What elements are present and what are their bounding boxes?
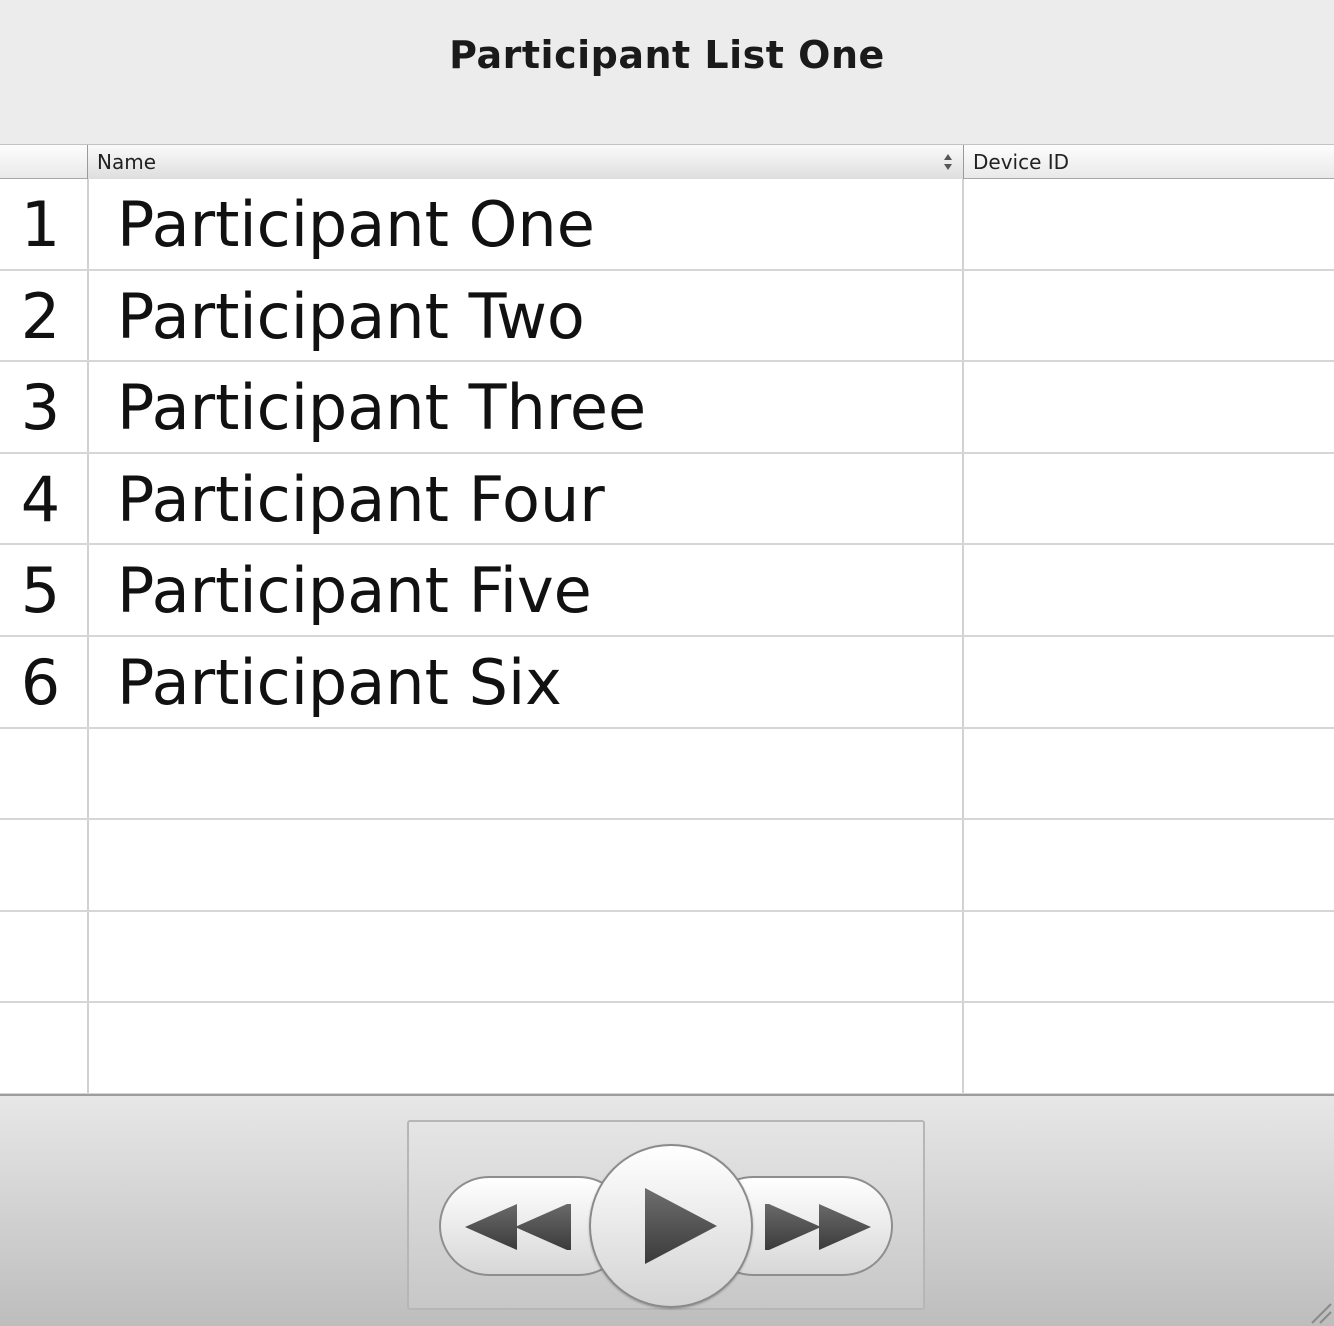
device-id-cell[interactable] <box>964 637 1334 727</box>
table-row[interactable] <box>0 1003 1334 1095</box>
table-row[interactable]: 1 Participant One <box>0 179 1334 271</box>
row-number-cell: 5 <box>0 545 87 635</box>
device-id-cell[interactable] <box>964 362 1334 452</box>
participant-name-cell[interactable]: Participant Four <box>87 453 964 544</box>
column-header-device-id[interactable]: Device ID <box>964 145 1334 179</box>
participant-list-window: Participant List One Name Device ID 1 Par… <box>0 0 1334 1326</box>
table-row[interactable] <box>0 728 1334 821</box>
row-number: 3 <box>20 371 61 445</box>
participant-name-cell[interactable]: Participant One <box>87 179 964 269</box>
resize-grip-icon[interactable] <box>1306 1298 1332 1324</box>
row-number: 6 <box>20 645 61 719</box>
column-header-number[interactable] <box>0 145 87 179</box>
rewind-icon <box>465 1204 571 1250</box>
participant-name-cell[interactable]: Participant Five <box>87 545 964 635</box>
table-row[interactable]: 6 Participant Six <box>0 636 1334 729</box>
participant-name: Participant Five <box>117 554 592 628</box>
participant-name: Participant Four <box>117 462 605 536</box>
row-number-cell: 4 <box>0 454 87 544</box>
play-button[interactable] <box>589 1144 753 1308</box>
table-body: 1 Participant One 2 Participant Two 3 Partici… <box>0 179 1334 1095</box>
row-number-cell <box>0 1003 87 1093</box>
row-number-cell <box>0 820 87 910</box>
participant-name: Participant Three <box>117 371 647 445</box>
row-number: 5 <box>20 554 61 628</box>
participant-name-cell[interactable] <box>87 820 964 910</box>
play-icon <box>645 1188 717 1264</box>
device-id-cell[interactable] <box>964 179 1334 269</box>
participant-name-cell[interactable] <box>87 728 964 819</box>
row-number: 4 <box>20 462 61 536</box>
participant-table: Name Device ID 1 Participant One 2 Particip… <box>0 144 1334 1095</box>
title-bar: Participant List One <box>0 0 1334 144</box>
bottom-toolbar <box>0 1094 1334 1326</box>
row-number-cell <box>0 912 87 1002</box>
row-number-cell <box>0 729 87 819</box>
sort-indicator-icon <box>944 154 952 170</box>
participant-name-cell[interactable]: Participant Two <box>87 270 964 361</box>
participant-name-cell[interactable]: Participant Six <box>87 636 964 727</box>
table-row[interactable]: 5 Participant Five <box>0 545 1334 637</box>
row-number-cell: 6 <box>0 637 87 727</box>
column-header-device-id-label: Device ID <box>973 150 1070 174</box>
device-id-cell[interactable] <box>964 271 1334 361</box>
device-id-cell[interactable] <box>964 454 1334 544</box>
participant-name-cell[interactable]: Participant Three <box>87 362 964 452</box>
participant-name-cell[interactable] <box>87 911 964 1002</box>
window-title: Participant List One <box>449 33 885 77</box>
transport-controls <box>407 1120 925 1310</box>
table-row[interactable]: 2 Participant Two <box>0 270 1334 363</box>
device-id-cell[interactable] <box>964 729 1334 819</box>
column-header-name-label: Name <box>97 150 157 174</box>
participant-name-cell[interactable] <box>87 1003 964 1093</box>
fast-forward-icon <box>765 1204 871 1250</box>
device-id-cell[interactable] <box>964 545 1334 635</box>
table-header: Name Device ID <box>0 144 1334 179</box>
participant-name: Participant One <box>117 188 595 261</box>
participant-name: Participant Six <box>117 645 562 719</box>
participant-name: Participant Two <box>117 279 585 353</box>
table-row[interactable]: 4 Participant Four <box>0 453 1334 546</box>
table-row[interactable]: 3 Participant Three <box>0 362 1334 454</box>
row-number-cell: 1 <box>0 179 87 269</box>
table-row[interactable] <box>0 911 1334 1004</box>
row-number-cell: 2 <box>0 271 87 361</box>
device-id-cell[interactable] <box>964 820 1334 910</box>
device-id-cell[interactable] <box>964 1003 1334 1093</box>
column-header-name[interactable]: Name <box>87 145 964 179</box>
table-row[interactable] <box>0 820 1334 912</box>
row-number: 2 <box>20 279 61 353</box>
row-number: 1 <box>20 188 61 261</box>
device-id-cell[interactable] <box>964 912 1334 1002</box>
row-number-cell: 3 <box>0 362 87 452</box>
